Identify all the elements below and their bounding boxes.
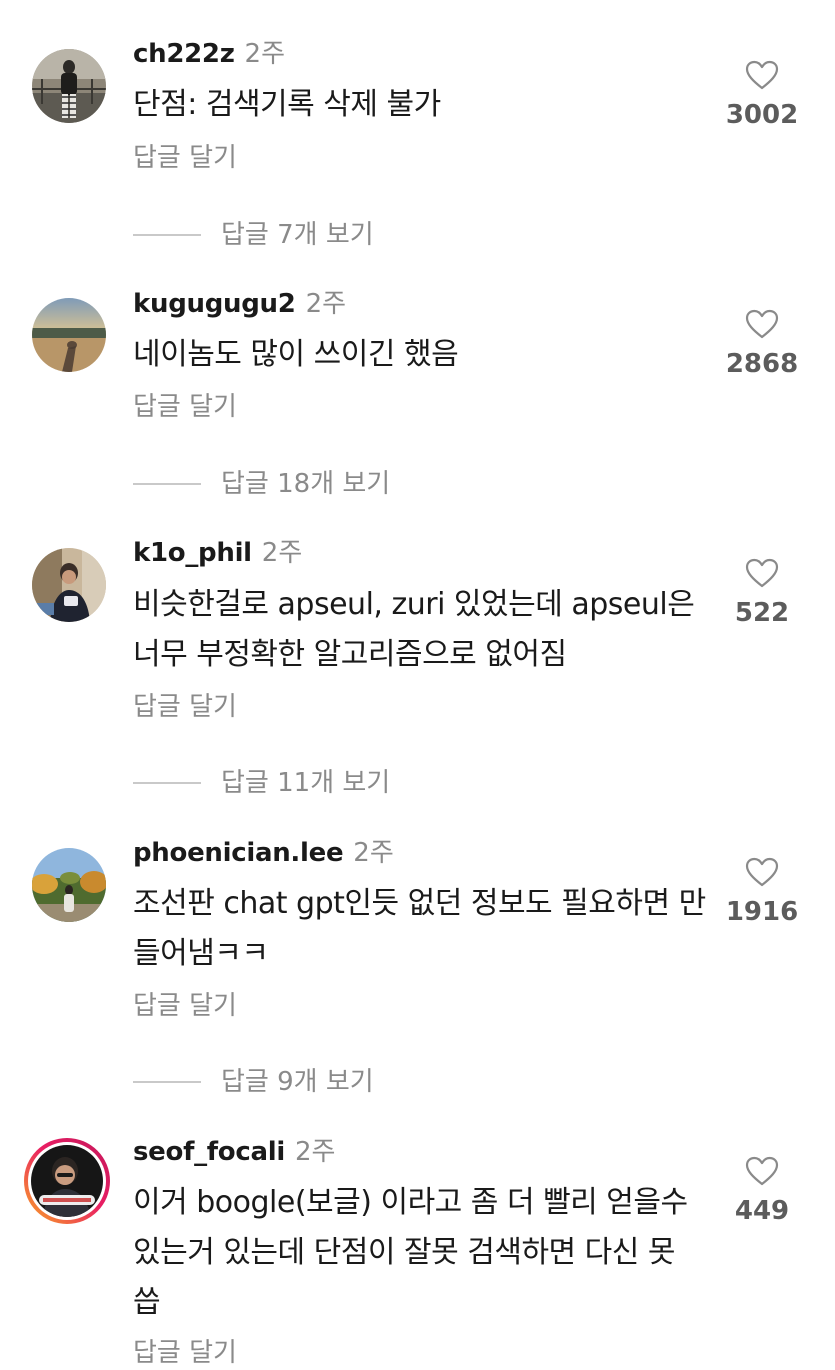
comment-text: 이거 boogle(보글) 이라고 좀 더 빨리 얻을수 있는거 있는데 단점이…: [133, 1185, 688, 1320]
view-replies-button[interactable]: 답글 9개 보기: [133, 1065, 374, 1099]
like-count: 3002: [725, 100, 799, 130]
comment-username[interactable]: ch222z: [133, 39, 235, 69]
view-replies-button[interactable]: 답글 7개 보기: [133, 218, 374, 252]
comment-time: 2주: [261, 538, 303, 568]
avatar[interactable]: [32, 848, 106, 922]
comment-time: 2주: [305, 289, 347, 319]
divider: [133, 483, 201, 485]
avatar[interactable]: [32, 49, 106, 123]
reply-button[interactable]: 답글 달기: [133, 390, 237, 424]
comment-text: 단점: 검색기록 삭제 불가: [133, 87, 441, 122]
view-replies-button[interactable]: 답글 18개 보기: [133, 467, 390, 501]
like-count: 449: [734, 1196, 790, 1226]
reply-button[interactable]: 답글 달기: [133, 141, 237, 175]
comment-text: 조선판 chat gpt인듯 없던 정보도 필요하면 만들어냄ㅋㅋ: [133, 886, 706, 971]
comment-text: 비슷한걸로 apseul, zuri 있었는데 apseul은 너무 부정확한 …: [133, 587, 695, 672]
like-box: 3002: [707, 60, 817, 130]
divider: [133, 782, 201, 784]
heart-icon[interactable]: [745, 60, 779, 90]
like-box: 2868: [707, 309, 817, 379]
divider: [133, 234, 201, 236]
like-box: 522: [707, 558, 817, 628]
heart-icon[interactable]: [745, 1156, 779, 1186]
avatar: [31, 1145, 103, 1217]
comment-time: 2주: [353, 838, 394, 868]
avatar[interactable]: [32, 298, 106, 372]
like-count: 1916: [725, 897, 799, 927]
divider: [133, 1081, 201, 1083]
comment-item: ch222z 2주 단점: 검색기록 삭제 불가 답글 달기 3002 답글 7개…: [0, 0, 835, 260]
view-replies-label: 답글 18개 보기: [221, 469, 391, 499]
comment-username[interactable]: kugugugu2: [133, 289, 296, 319]
avatar[interactable]: [32, 548, 106, 622]
avatar-story-ring[interactable]: [24, 1138, 110, 1224]
like-box: 449: [707, 1156, 817, 1226]
reply-button[interactable]: 답글 달기: [133, 690, 237, 724]
comment-username[interactable]: phoenician.lee: [133, 838, 344, 868]
like-count: 2868: [725, 349, 799, 379]
like-count: 522: [734, 598, 790, 628]
comment-username[interactable]: k1o_phil: [133, 538, 252, 568]
heart-icon[interactable]: [745, 309, 779, 339]
view-replies-label: 답글 7개 보기: [221, 220, 374, 250]
reply-button[interactable]: 답글 달기: [133, 1336, 237, 1370]
view-replies-label: 답글 9개 보기: [221, 1067, 374, 1097]
comment-time: 2주: [294, 1137, 336, 1167]
reply-button[interactable]: 답글 달기: [133, 989, 237, 1023]
comment-time: 2주: [244, 39, 285, 69]
comment-text: 네이놈도 많이 쓰이긴 했음: [133, 337, 459, 372]
view-replies-button[interactable]: 답글 11개 보기: [133, 766, 390, 800]
heart-icon[interactable]: [745, 857, 779, 887]
like-box: 1916: [707, 857, 817, 927]
heart-icon[interactable]: [745, 558, 779, 588]
comment-username[interactable]: seof_focali: [133, 1137, 285, 1167]
view-replies-label: 답글 11개 보기: [221, 768, 391, 798]
